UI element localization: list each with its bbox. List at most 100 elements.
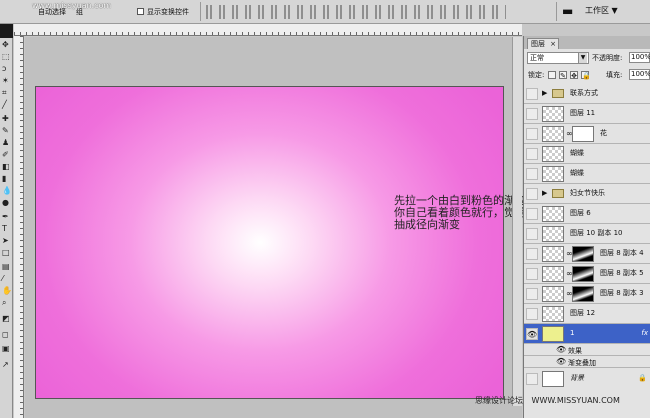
visibility-toggle[interactable]	[526, 373, 538, 385]
footer-site-name: 思缘设计论坛	[475, 396, 523, 405]
slice-tool-icon[interactable]: ╱	[2, 100, 11, 109]
lock-fill-row: 锁定: ✎ ✥ 🔒 填充: 100%	[524, 69, 650, 82]
stamp-tool-icon[interactable]: ♟	[2, 138, 11, 147]
tab-layers[interactable]: 图层 ×	[527, 38, 559, 49]
fill-field[interactable]: 100%	[629, 69, 650, 80]
lock-position-icon[interactable]: ✥	[570, 71, 578, 80]
layer-row[interactable]: 图层 11	[524, 104, 650, 124]
hand-tool-icon[interactable]: ✋	[2, 286, 12, 295]
effects-row[interactable]: 👁 效果	[524, 344, 650, 356]
layer-row[interactable]: 蝴蝶	[524, 144, 650, 164]
notes-tool-icon[interactable]: ▤	[2, 262, 11, 271]
layer-row-background[interactable]: 背景 🔒	[524, 369, 650, 389]
screen-mode-icon[interactable]: ▣	[2, 344, 11, 353]
layer-thumbnail	[542, 146, 564, 162]
path-select-icon[interactable]: ➤	[2, 236, 11, 245]
visibility-toggle[interactable]	[526, 108, 538, 120]
visibility-toggle[interactable]	[526, 168, 538, 180]
layer-name: 图层 10 副本 10	[570, 229, 623, 237]
close-icon[interactable]: ×	[550, 39, 556, 49]
layer-row[interactable]: ∞ 花	[524, 124, 650, 144]
layer-row-active[interactable]: 👁 1 fx	[524, 324, 650, 344]
eyedropper-tool-icon[interactable]: ⁄	[2, 274, 11, 283]
lock-transparent-icon[interactable]	[548, 71, 556, 79]
visibility-toggle[interactable]	[526, 148, 538, 160]
layer-row[interactable]: 蝴蝶	[524, 164, 650, 184]
layer-name: 图层 6	[570, 209, 591, 217]
crop-tool-icon[interactable]: ⌗	[2, 88, 11, 97]
gradient-tool-icon[interactable]: ▮	[2, 174, 11, 183]
layer-row[interactable]: ∞ 图层 8 副本 3	[524, 284, 650, 304]
blend-mode-select[interactable]: 正常 ▼	[527, 52, 589, 64]
chevron-down-icon: ▼	[578, 53, 587, 63]
zoom-tool-icon[interactable]: ⌕	[2, 298, 11, 307]
folder-icon	[552, 189, 564, 198]
workspace-button[interactable]: 工作区 ▼	[585, 5, 618, 18]
auto-select-label[interactable]: 自动选择	[38, 7, 66, 17]
workspace-icon[interactable]: ▬	[562, 4, 578, 18]
layer-row[interactable]: 图层 6	[524, 204, 650, 224]
visibility-toggle[interactable]	[526, 228, 538, 240]
lasso-tool-icon[interactable]: ↄ	[2, 64, 11, 73]
lock-image-icon[interactable]: ✎	[559, 71, 567, 80]
show-transform-label[interactable]: 显示变换控件	[147, 7, 189, 17]
expand-triangle-icon[interactable]: ▶	[542, 189, 547, 197]
document-canvas-pink-radial-gradient[interactable]	[35, 86, 504, 399]
quick-mask-icon[interactable]: ◻	[2, 330, 11, 339]
visibility-toggle[interactable]	[526, 208, 538, 220]
visibility-toggle[interactable]	[526, 128, 538, 140]
pen-tool-icon[interactable]: ✒	[2, 212, 11, 221]
layer-row-group[interactable]: ▶ 联系方式	[524, 84, 650, 104]
color-swatches-icon[interactable]: ◩	[2, 314, 11, 323]
dodge-tool-icon[interactable]: ●	[2, 198, 11, 207]
visibility-toggle[interactable]	[526, 308, 538, 320]
jump-to-imageready-icon[interactable]: ↗	[2, 360, 11, 369]
visibility-toggle[interactable]	[526, 188, 538, 200]
group-label[interactable]: 组	[76, 7, 83, 17]
effect-gradient-overlay-row[interactable]: 👁 渐变叠加	[524, 356, 650, 368]
canvas-vertical-scrollbar[interactable]	[512, 37, 522, 406]
layer-row[interactable]: ∞ 图层 8 副本 4	[524, 244, 650, 264]
layers-panel: 图层 × 正常 ▼ 不透明度: 100% 锁定: ✎ ✥ 🔒 填充: 100%	[523, 36, 650, 418]
visibility-toggle[interactable]	[526, 88, 538, 100]
marquee-tool-icon[interactable]: ⬚	[2, 52, 11, 61]
move-tool-icon[interactable]: ✥	[2, 40, 11, 49]
layer-thumbnail	[542, 126, 564, 142]
layer-row-group[interactable]: ▶ 妇女节快乐	[524, 184, 650, 204]
visibility-toggle[interactable]	[526, 268, 538, 280]
layer-thumbnail	[542, 206, 564, 222]
brush-tool-icon[interactable]: ✎	[2, 126, 11, 135]
eye-icon[interactable]: 👁	[556, 357, 566, 366]
eye-icon[interactable]: 👁	[556, 345, 566, 354]
vertical-ruler	[14, 36, 24, 418]
magic-wand-tool-icon[interactable]: ✶	[2, 76, 11, 85]
eraser-tool-icon[interactable]: ◧	[2, 162, 11, 171]
layer-name: 图层 8 副本 4	[600, 249, 644, 257]
separator	[556, 2, 557, 21]
blur-tool-icon[interactable]: 💧	[2, 186, 12, 195]
layer-name: 图层 12	[570, 309, 596, 317]
show-transform-checkbox[interactable]	[137, 8, 144, 15]
layer-row[interactable]: 图层 10 副本 10	[524, 224, 650, 244]
toolbox: ✥ ⬚ ↄ ✶ ⌗ ╱ ✚ ✎ ♟ ✐ ◧ ▮ 💧 ● ✒ T ➤ □ ▤ ⁄ …	[0, 24, 13, 418]
effects-label: 效果	[568, 347, 582, 355]
visibility-toggle[interactable]	[526, 248, 538, 260]
layer-row[interactable]: ∞ 图层 8 副本 5	[524, 264, 650, 284]
layer-row[interactable]: 图层 12	[524, 304, 650, 324]
lock-all-icon[interactable]: 🔒	[581, 71, 591, 80]
expand-triangle-icon[interactable]: ▶	[542, 89, 547, 97]
visibility-toggle[interactable]	[526, 288, 538, 300]
layers-panel-tabbar: 图层 ×	[524, 36, 650, 49]
align-distribute-icons[interactable]	[206, 5, 506, 19]
tab-layers-label: 图层	[531, 40, 545, 48]
history-brush-icon[interactable]: ✐	[2, 150, 11, 159]
layer-thumbnail	[542, 106, 564, 122]
blend-mode-value: 正常	[530, 54, 544, 62]
eye-icon[interactable]: 👁	[526, 328, 538, 340]
shape-tool-icon[interactable]: □	[2, 248, 11, 257]
opacity-field[interactable]: 100%	[629, 52, 650, 63]
healing-brush-icon[interactable]: ✚	[2, 114, 11, 123]
type-tool-icon[interactable]: T	[2, 224, 11, 233]
fx-icon[interactable]: fx	[641, 329, 648, 337]
background-layer[interactable]: 背景 🔒	[524, 369, 650, 389]
